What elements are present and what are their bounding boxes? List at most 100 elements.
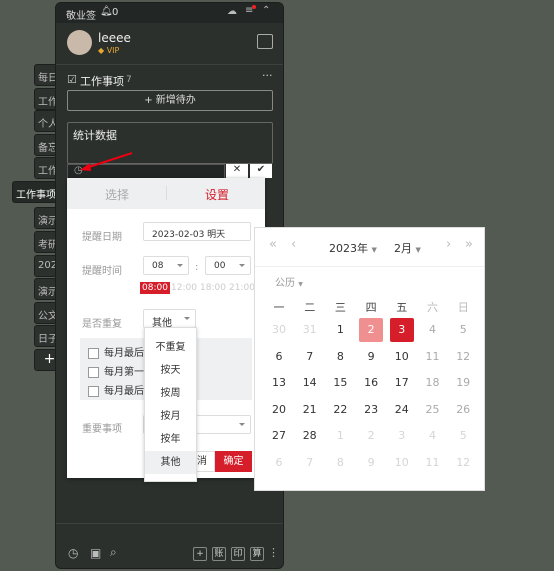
- calendar-day[interactable]: 10: [390, 451, 414, 475]
- calendar-day[interactable]: 6: [267, 451, 291, 475]
- vip-badge: ◆ VIP: [98, 46, 120, 55]
- bell-count: 0: [112, 7, 119, 18]
- calendar-day[interactable]: 8: [328, 345, 352, 369]
- date-field[interactable]: 2023-02-03 明天: [143, 222, 251, 241]
- quick-time[interactable]: 18:00: [198, 282, 228, 294]
- calendar-day[interactable]: 14: [298, 371, 322, 395]
- divider: [56, 64, 283, 65]
- calendar-day[interactable]: 3: [390, 424, 414, 448]
- checkbox[interactable]: [88, 385, 99, 397]
- month-select[interactable]: 2月 ▼: [394, 240, 421, 256]
- confirm-button[interactable]: 确定: [215, 451, 252, 472]
- calendar-day[interactable]: 12: [451, 345, 475, 369]
- chevron-up-icon[interactable]: ⌃: [262, 5, 270, 16]
- calendar-day[interactable]: 24: [390, 398, 414, 422]
- calendar-day[interactable]: 7: [298, 451, 322, 475]
- footer-button[interactable]: 印: [231, 547, 245, 561]
- calendar-day[interactable]: 7: [298, 345, 322, 369]
- calendar-day[interactable]: 2: [359, 424, 383, 448]
- next-year-icon[interactable]: »: [465, 237, 473, 252]
- more-icon[interactable]: ···: [262, 69, 273, 82]
- search-icon[interactable]: ⌕: [110, 545, 117, 560]
- add-todo-button[interactable]: + 新增待办: [67, 90, 273, 111]
- calendar-day[interactable]: 4: [421, 318, 445, 342]
- clock-icon[interactable]: ◷: [68, 546, 78, 560]
- calendar-day[interactable]: 12: [451, 451, 475, 475]
- calendar-day[interactable]: 28: [298, 424, 322, 448]
- calendar-day[interactable]: 10: [390, 345, 414, 369]
- year-select[interactable]: 2023年 ▼: [329, 240, 377, 256]
- quick-time[interactable]: 21:00: [227, 282, 257, 294]
- notification-dot: [252, 5, 256, 9]
- calendar-day[interactable]: 11: [421, 345, 445, 369]
- popup-tabs: 选择 设置: [67, 178, 265, 209]
- calendar-day[interactable]: 8: [328, 451, 352, 475]
- cloud-icon[interactable]: ☁: [227, 6, 237, 17]
- quick-time[interactable]: 08:00: [140, 282, 170, 294]
- calendar-day[interactable]: 1: [328, 318, 352, 342]
- calendar-day[interactable]: 13: [267, 371, 291, 395]
- next-month-icon[interactable]: ›: [446, 237, 451, 252]
- calendar-day[interactable]: 17: [390, 371, 414, 395]
- prev-month-icon[interactable]: ‹: [291, 237, 296, 252]
- checkbox-icon: ☑: [67, 73, 77, 86]
- calendar-mode-select[interactable]: 公历 ▼: [275, 274, 303, 289]
- calendar-day[interactable]: 19: [451, 371, 475, 395]
- weekday-header: 一: [273, 301, 285, 314]
- calendar-day[interactable]: 9: [359, 345, 383, 369]
- repeat-select[interactable]: 其他: [143, 309, 196, 329]
- calendar-day[interactable]: 18: [421, 371, 445, 395]
- prev-year-icon[interactable]: «: [269, 237, 277, 252]
- calendar-day[interactable]: 21: [298, 398, 322, 422]
- calendar-day[interactable]: 26: [451, 398, 475, 422]
- checkbox[interactable]: [88, 347, 99, 359]
- calendar-day[interactable]: 2: [359, 318, 384, 342]
- calendar-day[interactable]: 6: [267, 345, 291, 369]
- dropdown-item[interactable]: 按年: [145, 428, 196, 451]
- hour-select[interactable]: 08: [143, 256, 189, 275]
- footer-button[interactable]: 账: [212, 547, 226, 561]
- hour-value: 08: [152, 261, 164, 271]
- calendar-day[interactable]: 23: [359, 398, 383, 422]
- calendar-day[interactable]: 1: [328, 424, 352, 448]
- calendar-check-icon[interactable]: ▣: [90, 546, 101, 560]
- avatar[interactable]: [67, 30, 92, 55]
- dropdown-item[interactable]: 按月: [145, 405, 196, 428]
- calendar-day[interactable]: 3: [389, 318, 414, 342]
- quick-time[interactable]: 12:00: [169, 282, 199, 294]
- calendar-day[interactable]: 9: [359, 451, 383, 475]
- bell-icon[interactable]: 🔔︎: [100, 6, 113, 17]
- dropdown-item[interactable]: 按天: [145, 359, 196, 382]
- tab-select[interactable]: 选择: [105, 186, 129, 203]
- dropdown-item[interactable]: 按周: [145, 382, 196, 405]
- more-vertical-icon[interactable]: ⋮: [268, 546, 279, 559]
- tab-settings[interactable]: 设置: [205, 186, 229, 203]
- calendar-day[interactable]: 27: [267, 424, 291, 448]
- confirm-edit-icon[interactable]: ✔: [250, 164, 272, 178]
- cancel-edit-icon[interactable]: ✕: [226, 164, 248, 178]
- dropdown-item[interactable]: 不重复: [145, 336, 196, 359]
- calendar-day[interactable]: 22: [328, 398, 352, 422]
- dropdown-item[interactable]: 其他: [145, 451, 196, 474]
- calendar-day[interactable]: 20: [267, 398, 291, 422]
- divider: [166, 186, 167, 200]
- calendar-day[interactable]: 30: [267, 318, 291, 342]
- calendar-day[interactable]: 5: [451, 424, 475, 448]
- calendar-day[interactable]: 11: [421, 451, 445, 475]
- date-label: 提醒日期: [82, 232, 122, 243]
- footer-button[interactable]: 算: [250, 547, 264, 561]
- footer-button[interactable]: +: [193, 547, 207, 561]
- calendar-day[interactable]: 5: [451, 318, 475, 342]
- calendar-mode-value: 公历: [275, 278, 295, 289]
- calendar-day[interactable]: 16: [359, 371, 383, 395]
- minute-select[interactable]: 00: [205, 256, 251, 275]
- calendar-day[interactable]: 25: [421, 398, 445, 422]
- calendar-icon[interactable]: [257, 34, 273, 49]
- repeat-label: 是否重复: [82, 319, 122, 330]
- calendar-day[interactable]: 31: [298, 318, 322, 342]
- checkbox[interactable]: [88, 366, 99, 378]
- calendar-day[interactable]: 15: [328, 371, 352, 395]
- weekday-header: 日: [457, 301, 469, 314]
- calendar-day[interactable]: 4: [421, 424, 445, 448]
